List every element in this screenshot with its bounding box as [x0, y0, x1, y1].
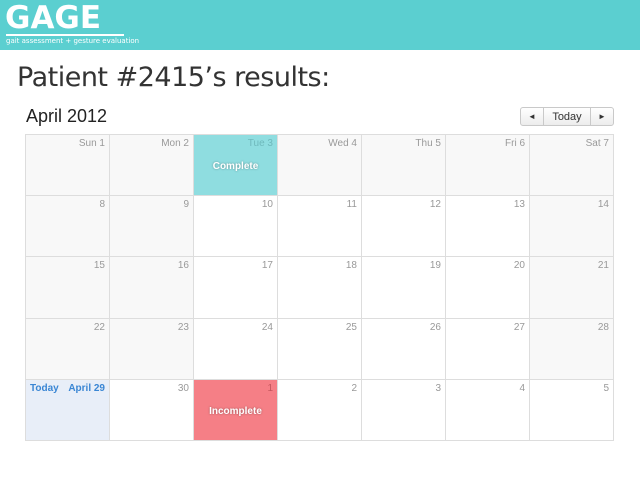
- day-number: 20: [513, 260, 525, 272]
- calendar-navigation: ◄ Today ►: [520, 107, 614, 126]
- calendar-day-cell[interactable]: 28: [530, 318, 614, 380]
- day-number: 8: [99, 199, 105, 211]
- day-number: Sun 1: [78, 138, 105, 149]
- prev-month-button[interactable]: ◄: [521, 108, 543, 125]
- calendar-day-cell[interactable]: 24: [194, 318, 278, 380]
- day-number: 3: [435, 382, 441, 394]
- header-banner: GAGE gait assessment + gesture evaluatio…: [0, 0, 640, 50]
- calendar-day-cell[interactable]: 19: [362, 257, 446, 319]
- event-complete[interactable]: Complete: [194, 161, 277, 172]
- calendar-day-cell[interactable]: Sat 7: [530, 135, 614, 197]
- calendar-day-cell[interactable]: 21: [530, 257, 614, 319]
- today-button[interactable]: Today: [543, 108, 591, 125]
- calendar-day-cell[interactable]: 12: [362, 196, 446, 258]
- day-number: 24: [261, 321, 273, 333]
- day-number: Wed 4: [328, 138, 357, 149]
- day-number: 19: [429, 260, 441, 272]
- calendar-day-cell[interactable]: 1 Incomplete: [194, 379, 278, 441]
- today-label: Today: [30, 382, 59, 394]
- calendar-day-cell[interactable]: 16: [110, 257, 194, 319]
- calendar-day-cell[interactable]: 3: [362, 379, 446, 441]
- day-number: 26: [429, 321, 441, 333]
- day-number: Tue 3: [247, 138, 273, 149]
- day-number: 15: [93, 260, 105, 272]
- logo-tagline: gait assessment + gesture evaluation: [6, 37, 140, 45]
- gage-logo: GAGE: [5, 0, 102, 36]
- day-number: 2: [351, 382, 357, 394]
- calendar-day-cell[interactable]: Fri 6: [446, 135, 530, 197]
- page-title: Patient #2415’s results:: [17, 62, 330, 93]
- calendar-day-cell[interactable]: 11: [278, 196, 362, 258]
- calendar-day-cell[interactable]: 17: [194, 257, 278, 319]
- calendar-day-cell[interactable]: 25: [278, 318, 362, 380]
- day-number: Sat 7: [585, 138, 609, 149]
- calendar-day-cell[interactable]: Thu 5: [362, 135, 446, 197]
- calendar-day-cell[interactable]: 9: [110, 196, 194, 258]
- calendar-day-cell[interactable]: Mon 2: [110, 135, 194, 197]
- day-number: 17: [261, 260, 273, 272]
- calendar-day-cell[interactable]: 2: [278, 379, 362, 441]
- next-month-button[interactable]: ►: [591, 108, 613, 125]
- day-number: 23: [177, 321, 189, 333]
- calendar-day-cell[interactable]: 15: [26, 257, 110, 319]
- day-number: 13: [513, 199, 525, 211]
- day-number: 12: [429, 199, 441, 211]
- day-number: 27: [513, 321, 525, 333]
- day-number: 4: [519, 382, 525, 394]
- calendar-day-cell[interactable]: Tue 3 Complete: [194, 135, 278, 197]
- calendar-day-cell[interactable]: 20: [446, 257, 530, 319]
- day-number: 1: [267, 382, 273, 394]
- day-number: 25: [345, 321, 357, 333]
- day-number: 30: [177, 382, 189, 394]
- calendar-day-cell[interactable]: 30: [110, 379, 194, 441]
- calendar-day-cell[interactable]: 26: [362, 318, 446, 380]
- calendar-day-cell[interactable]: 4: [446, 379, 530, 441]
- calendar-day-cell[interactable]: 13: [446, 196, 530, 258]
- calendar-day-cell[interactable]: 5: [530, 379, 614, 441]
- calendar-day-cell[interactable]: 8: [26, 196, 110, 258]
- logo-underline: [6, 34, 124, 36]
- calendar-month-title: April 2012: [26, 106, 108, 126]
- day-number: Fri 6: [505, 138, 525, 149]
- day-number: 14: [597, 199, 609, 211]
- day-number: 11: [346, 199, 357, 211]
- day-number: Mon 2: [161, 138, 189, 149]
- day-number: 16: [177, 260, 189, 272]
- day-number: 21: [597, 260, 609, 272]
- calendar-day-cell[interactable]: 22: [26, 318, 110, 380]
- day-number: Thu 5: [415, 138, 441, 149]
- day-number: 18: [345, 260, 357, 272]
- calendar-day-cell[interactable]: 18: [278, 257, 362, 319]
- day-number: 22: [93, 321, 105, 333]
- calendar-day-cell[interactable]: 14: [530, 196, 614, 258]
- day-number: 10: [261, 199, 273, 211]
- day-number: 5: [603, 382, 609, 394]
- calendar-day-cell[interactable]: Wed 4: [278, 135, 362, 197]
- calendar-day-cell[interactable]: 27: [446, 318, 530, 380]
- calendar-day-cell[interactable]: 23: [110, 318, 194, 380]
- event-incomplete[interactable]: Incomplete: [194, 406, 277, 417]
- calendar-day-cell[interactable]: Sun 1: [26, 135, 110, 197]
- calendar-day-cell[interactable]: 10: [194, 196, 278, 258]
- day-number: 28: [597, 321, 609, 333]
- calendar-grid: Sun 1 Mon 2 Tue 3 Complete Wed 4 Thu 5 Fri 6 Sa…: [25, 134, 614, 441]
- day-number: 9: [183, 199, 189, 211]
- calendar-day-cell[interactable]: April 29 Today: [26, 379, 110, 441]
- day-number: April 29: [68, 382, 105, 394]
